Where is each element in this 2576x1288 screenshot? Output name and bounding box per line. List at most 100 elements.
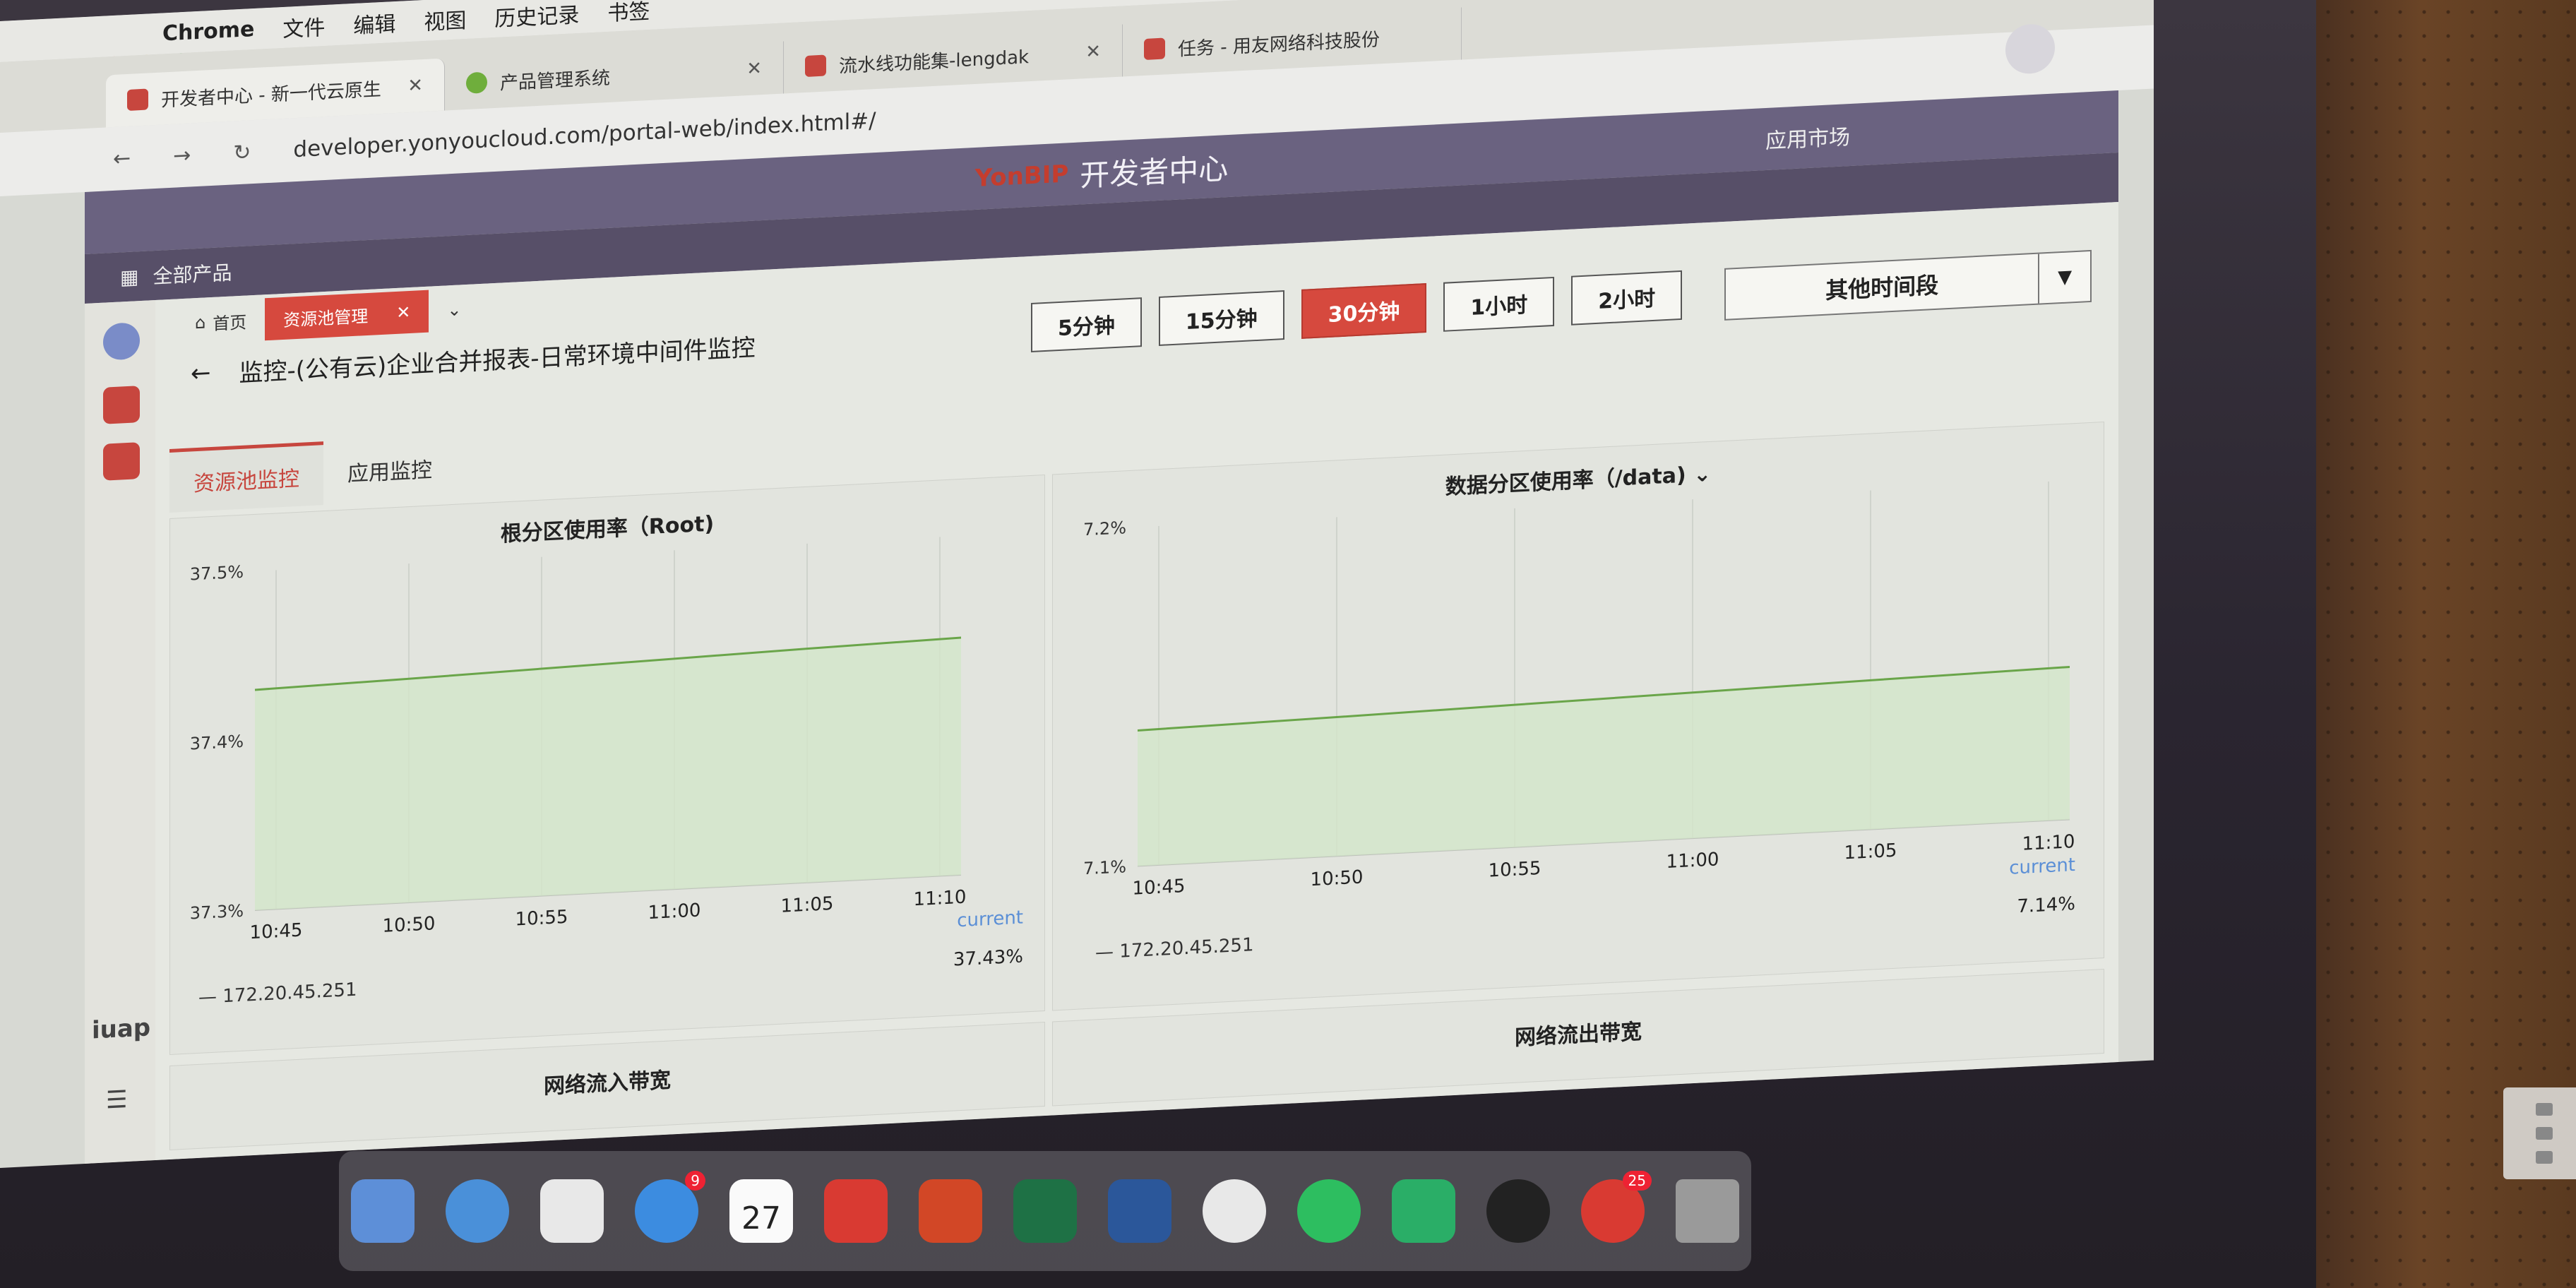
x-tick-label: 11:05 [1844, 840, 1897, 864]
data-usage-chart: 7.2% 7.1% 10:45 10:50 10:55 11:00 11:05 11:10 [1083, 481, 2075, 900]
word-icon[interactable] [1108, 1179, 1171, 1243]
y-tick-label: 7.2% [1083, 518, 1126, 539]
evernote-icon[interactable] [1297, 1179, 1361, 1243]
range-2h-button[interactable]: 2小时 [1571, 270, 1683, 326]
app-store-badge: 9 [685, 1171, 705, 1191]
range-15min-button[interactable]: 15分钟 [1158, 290, 1284, 346]
notes-icon[interactable] [540, 1179, 604, 1243]
series-area [255, 637, 961, 910]
brand-logo[interactable]: YonBIP [975, 160, 1069, 193]
monitor-tabs: 资源池监控 应用监控 [169, 435, 456, 513]
x-tick-label: 10:45 [250, 920, 303, 944]
back-icon[interactable]: ← [191, 359, 211, 388]
grid-icon[interactable]: ▦ [120, 265, 138, 289]
tab-resource-monitor[interactable]: 资源池监控 [169, 441, 323, 513]
current-value: 37.43% [953, 946, 1023, 971]
x-tick-label: 10:55 [1489, 858, 1542, 882]
finder-icon[interactable] [351, 1179, 415, 1243]
chrome-icon[interactable] [1203, 1179, 1266, 1243]
other-range-label: 其他时间段 [1825, 271, 1939, 304]
tab-label: 开发者中心 - 新一代云原生 [161, 78, 381, 112]
net-in-title: 网络流入带宽 [544, 1068, 671, 1099]
calendar-day: 27 [741, 1200, 781, 1236]
chevron-down-icon: ▼ [2038, 251, 2091, 304]
menu-icon[interactable]: ☰ [106, 1085, 127, 1115]
wechat-icon[interactable] [1392, 1179, 1455, 1243]
menubar-edit[interactable]: 编辑 [353, 6, 395, 40]
app-icon[interactable] [103, 442, 140, 481]
add-icon[interactable] [103, 322, 140, 361]
tab-label: 流水线功能集-lengdak [839, 46, 1030, 78]
close-tab-icon[interactable]: ✕ [396, 302, 410, 323]
current-label: current [957, 907, 1023, 932]
menubar-file[interactable]: 文件 [282, 10, 325, 43]
tab-home-label: 首页 [213, 312, 247, 334]
back-arrow-icon[interactable]: ← [113, 145, 131, 171]
x-tick-label: 11:00 [1666, 849, 1719, 873]
close-tab-icon[interactable]: ✕ [746, 58, 762, 80]
y-tick-label: 7.1% [1083, 857, 1126, 878]
mac-dock: 9 27 25 [339, 1151, 1751, 1271]
favorites-icon[interactable] [103, 386, 140, 424]
leaf-favicon-icon [466, 71, 487, 94]
iuap-logo: iuap [92, 1013, 151, 1045]
calendar-icon[interactable]: 27 [729, 1179, 793, 1243]
yonyou-icon[interactable] [824, 1179, 888, 1243]
tab-label: 任务 - 用友网络科技股份 [1178, 28, 1380, 61]
tabs-dropdown-icon[interactable]: ⌄ [429, 287, 479, 333]
range-30min-button[interactable]: 30分钟 [1301, 282, 1427, 339]
x-tick-label: 10:50 [1311, 866, 1364, 890]
x-tick-label: 11:00 [648, 900, 701, 924]
menubar-app[interactable]: Chrome [162, 16, 254, 46]
x-tick-label: 11:10 [914, 887, 967, 911]
range-5min-button[interactable]: 5分钟 [1031, 297, 1142, 352]
yonyou-favicon-icon [127, 88, 148, 111]
y-tick-label: 37.5% [190, 562, 244, 585]
safari-icon[interactable] [446, 1179, 509, 1243]
reload-icon[interactable]: ↻ [233, 140, 251, 165]
tab-home[interactable]: ⌂ 首页 [177, 298, 265, 345]
close-tab-icon[interactable]: ✕ [1085, 41, 1101, 63]
tab-resource-pool[interactable]: 资源池管理 ✕ [265, 290, 429, 341]
task-favicon-icon [1144, 37, 1165, 60]
menubar-bookmarks[interactable]: 书签 [607, 0, 650, 27]
photo-background: Chrome 文件 编辑 视图 历史记录 书签 开发者中心 - 新一代云原生 ✕… [0, 0, 2576, 1288]
forward-arrow-icon[interactable]: → [173, 143, 191, 168]
tab-resource-pool-label: 资源池管理 [283, 306, 369, 330]
powerpoint-icon[interactable] [919, 1179, 982, 1243]
range-1h-button[interactable]: 1小时 [1443, 276, 1555, 332]
x-tick-label: 10:50 [383, 913, 436, 937]
yonyou-app-icon[interactable]: 25 [1581, 1171, 1652, 1243]
menubar-view[interactable]: 视图 [424, 3, 466, 36]
x-tick-label: 10:55 [515, 907, 568, 931]
app-store-icon[interactable]: 9 [635, 1171, 705, 1243]
portal-title: 开发者中心 [1080, 150, 1229, 193]
y-tick-label: 37.4% [190, 732, 244, 754]
yonyou-badge: 25 [1622, 1171, 1652, 1191]
root-usage-panel: 根分区使用率（Root) 37.5% 37.4% 37.3% 10:45 10:50 10… [169, 475, 1045, 1055]
current-label: current [2009, 854, 2075, 879]
home-icon: ⌂ [195, 312, 206, 333]
excel-icon[interactable] [1013, 1179, 1077, 1243]
left-sidebar: iuap ☰ [85, 300, 155, 1164]
all-products-link[interactable]: 全部产品 [153, 258, 232, 290]
wall-socket [2503, 1087, 2576, 1179]
tab-label: 产品管理系统 [500, 67, 611, 95]
y-tick-label: 37.3% [190, 901, 244, 924]
menubar-history[interactable]: 历史记录 [494, 0, 579, 32]
url-field[interactable]: developer.yonyoucloud.com/portal-web/ind… [293, 108, 876, 162]
trash-icon[interactable] [1676, 1179, 1739, 1243]
tab-app-monitor[interactable]: 应用监控 [323, 435, 456, 505]
qq-icon[interactable] [1486, 1179, 1550, 1243]
app-market-link[interactable]: 应用市场 [1765, 119, 1850, 155]
x-tick-label: 10:45 [1133, 876, 1186, 900]
data-usage-panel: 数据分区使用率（/data) ⌄ 7.2% 7.1% 10:45 10:50 10:55… [1052, 422, 2104, 1011]
x-tick-label: 11:05 [781, 893, 834, 917]
current-value: 7.14% [2017, 893, 2075, 918]
x-tick-label: 11:10 [2022, 831, 2075, 855]
pipeline-favicon-icon [805, 54, 826, 77]
main-content: ⌂ 首页 资源池管理 ✕ ⌄ ← 监控-(公有云)企业合并报表-日常环境中间件监… [155, 202, 2118, 1160]
projected-screen: Chrome 文件 编辑 视图 历史记录 书签 开发者中心 - 新一代云原生 ✕… [0, 0, 2154, 1168]
close-tab-icon[interactable]: ✕ [407, 75, 423, 97]
series-area [1138, 667, 2070, 866]
